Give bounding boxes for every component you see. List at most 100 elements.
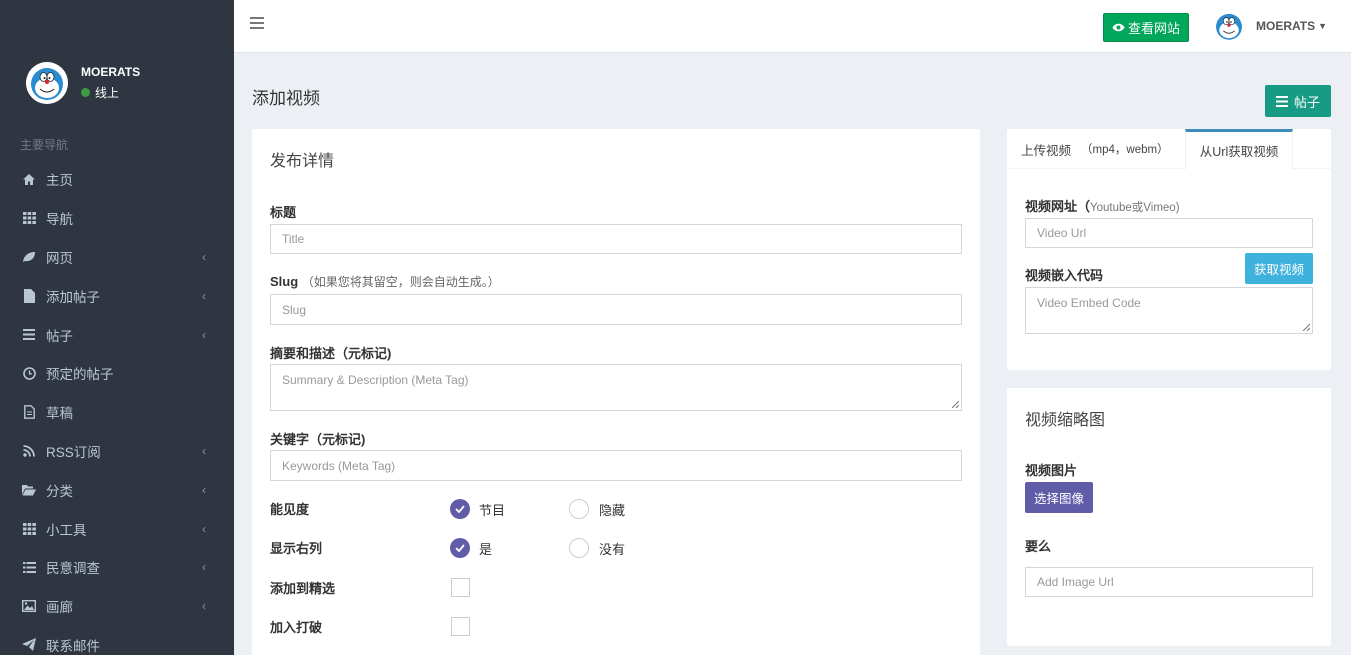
grid-icon [22, 522, 36, 536]
sidebar-item-label: 小工具 [46, 522, 87, 538]
sidebar-toggle-icon[interactable] [250, 17, 264, 29]
tab-upload-formats: （mp4，webm） [1081, 144, 1169, 156]
sidebar-user-panel: MOERATS 线上 [26, 62, 140, 104]
visibility-show-radio[interactable] [450, 499, 470, 519]
visibility-show-label: 节目 [479, 503, 506, 518]
slug-label: Slug （如果您将其留空，则会自动生成。） [270, 273, 500, 290]
summary-textarea[interactable]: Summary & Description (Meta Tag) [270, 364, 962, 411]
sidebar-item-label: 分类 [46, 483, 73, 499]
posts-button-label: 帖子 [1293, 94, 1320, 110]
grid-icon [22, 211, 36, 225]
sidebar-item-add-post[interactable]: 添加帖子 ‹ [0, 276, 234, 315]
featured-checkbox[interactable] [451, 578, 470, 597]
or-label: 要么 [1025, 539, 1052, 554]
summary-placeholder: Summary & Description (Meta Tag) [282, 373, 469, 387]
title-input[interactable]: Title [270, 224, 962, 254]
video-url-label: 视频网址（Youtube或Vimeo) [1025, 196, 1180, 215]
tab-video-from-url[interactable]: 从Url获取视频 [1185, 129, 1293, 169]
sidebar-item-label: 添加帖子 [46, 289, 100, 305]
sidebar-item-posts[interactable]: 帖子 ‹ [0, 315, 234, 354]
slug-label-text: Slug [270, 274, 299, 289]
breaking-label: 加入打破 [270, 620, 323, 635]
visibility-hide-label: 隐藏 [599, 503, 626, 518]
featured-label: 添加到精选 [270, 581, 336, 596]
post-details-box: 发布详情 标题 Title Slug （如果您将其留空，则会自动生成。） Slu… [252, 129, 980, 655]
sidebar-item-gallery[interactable]: 画廊 ‹ [0, 587, 234, 626]
list-icon [22, 560, 36, 574]
sidebar-menu: 主页 导航 网页 ‹ 添加帖子 ‹ 帖子 ‹ 预定的帖子 草稿 RSS订阅 ‹ … [0, 160, 234, 655]
visibility-hide-radio[interactable] [569, 499, 589, 519]
sidebar-item-home[interactable]: 主页 [0, 160, 234, 199]
chevron-left-icon: ‹ [202, 249, 206, 264]
sidebar-item-navigation[interactable]: 导航 [0, 199, 234, 238]
top-user-name: MOERATS [1256, 19, 1316, 33]
sidebar-item-label: 导航 [46, 212, 73, 228]
sidebar-user-name: MOERATS [81, 65, 141, 79]
embed-code-placeholder: Video Embed Code [1037, 296, 1141, 310]
avatar [1212, 9, 1246, 43]
title-label: 标题 [270, 205, 297, 220]
slug-input[interactable]: Slug [270, 294, 962, 325]
top-user-menu[interactable]: MOERATS ▼ [1212, 9, 1327, 43]
check-icon [455, 544, 465, 552]
bars-icon [22, 328, 36, 342]
file-icon [22, 288, 36, 303]
visibility-label: 能见度 [270, 502, 310, 517]
rss-icon [22, 444, 36, 458]
chevron-left-icon: ‹ [202, 560, 206, 575]
chevron-left-icon: ‹ [202, 288, 206, 303]
tab-upload-video[interactable]: 上传视频 （mp4，webm） [1021, 129, 1185, 169]
sidebar-item-scheduled-posts[interactable]: 预定的帖子 [0, 354, 234, 393]
video-source-box: 上传视频 （mp4，webm） 从Url获取视频 视频网址（Youtube或Vi… [1007, 129, 1331, 370]
chevron-left-icon: ‹ [202, 327, 206, 342]
user-status-label: 线上 [95, 86, 120, 100]
sidebar-item-label: RSS订阅 [46, 444, 101, 460]
sidebar-item-label: 网页 [46, 250, 73, 266]
resize-grip-icon[interactable] [1302, 323, 1310, 331]
leaf-icon [22, 250, 36, 264]
sidebar-item-pages[interactable]: 网页 ‹ [0, 238, 234, 277]
sidebar-item-label: 草稿 [46, 406, 73, 422]
select-image-button[interactable]: 选择图像 [1025, 482, 1093, 513]
sidebar-item-label: 画廊 [46, 600, 73, 616]
video-url-hint: Youtube或Vimeo) [1090, 202, 1180, 214]
sidebar-item-label: 帖子 [46, 328, 73, 344]
video-url-input[interactable]: Video Url [1025, 218, 1313, 248]
doraemon-avatar-icon [1212, 9, 1246, 43]
sidebar-item-label: 联系邮件 [46, 638, 100, 654]
posts-button[interactable]: 帖子 [1265, 85, 1331, 117]
tab-upload-label: 上传视频 [1021, 143, 1072, 158]
breaking-checkbox[interactable] [451, 617, 470, 636]
caret-down-icon: ▼ [1318, 21, 1328, 31]
resize-grip-icon[interactable] [951, 400, 959, 408]
keywords-input[interactable]: Keywords (Meta Tag) [270, 450, 962, 481]
right-column-label: 显示右列 [270, 541, 323, 556]
sidebar-item-drafts[interactable]: 草稿 [0, 393, 234, 432]
keywords-label: 关键字（元标记) [270, 432, 366, 447]
fetch-video-button[interactable]: 获取视频 [1245, 253, 1313, 284]
sidebar-item-widgets[interactable]: 小工具 ‹ [0, 509, 234, 548]
chevron-left-icon: ‹ [202, 521, 206, 536]
sidebar-item-polls[interactable]: 民意调查 ‹ [0, 548, 234, 587]
paper-plane-icon [22, 638, 36, 652]
right-column-no-radio[interactable] [569, 538, 589, 558]
user-status: 线上 [81, 84, 140, 101]
sidebar: MOERATS 线上 主要导航 主页 导航 网页 ‹ 添加帖子 ‹ 帖子 ‹ 预… [0, 0, 234, 655]
post-details-title: 发布详情 [270, 153, 335, 170]
embed-code-textarea[interactable]: Video Embed Code [1025, 287, 1313, 334]
doraemon-avatar-icon [26, 62, 68, 104]
sidebar-item-categories[interactable]: 分类 ‹ [0, 470, 234, 509]
top-navbar: 查看网站 MOERATS ▼ [234, 0, 1351, 53]
video-source-tabs: 上传视频 （mp4，webm） 从Url获取视频 [1007, 129, 1331, 169]
image-url-input[interactable]: Add Image Url [1025, 567, 1313, 597]
sidebar-item-contact-messages[interactable]: 联系邮件 [0, 626, 234, 655]
view-site-button[interactable]: 查看网站 [1103, 13, 1189, 42]
right-column-no-label: 没有 [599, 542, 626, 557]
chevron-left-icon: ‹ [202, 443, 206, 458]
right-column-yes-radio[interactable] [450, 538, 470, 558]
folder-open-icon [22, 483, 36, 497]
file-text-icon [22, 405, 36, 420]
sidebar-item-rss[interactable]: RSS订阅 ‹ [0, 432, 234, 471]
embed-code-label: 视频嵌入代码 [1025, 268, 1104, 283]
sidebar-item-label: 民意调查 [46, 561, 100, 577]
